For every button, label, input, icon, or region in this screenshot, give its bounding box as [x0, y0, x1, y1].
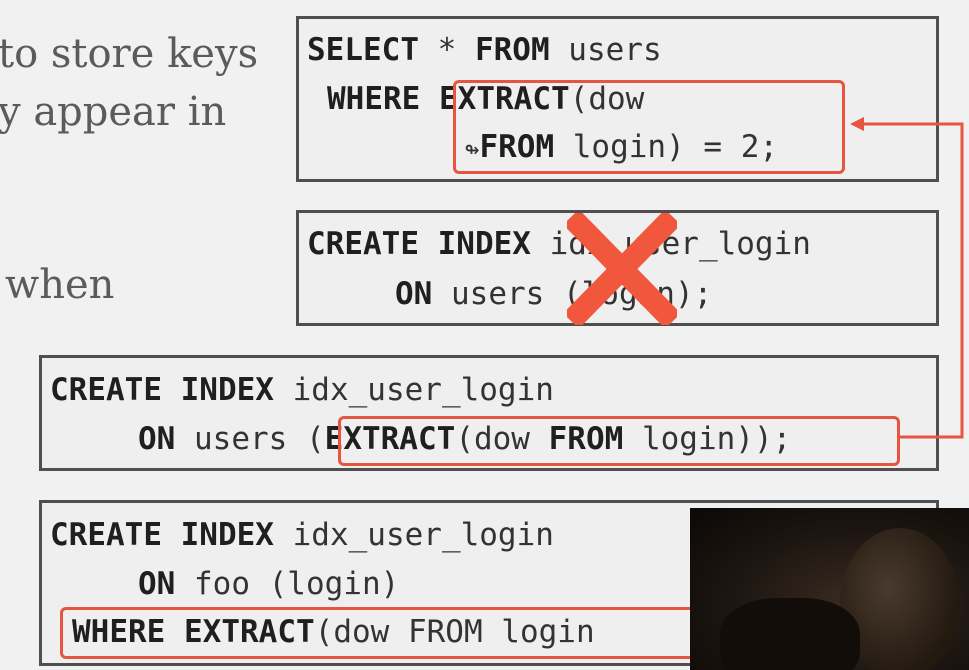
webcam-overlay	[690, 508, 969, 670]
foreground-silhouette	[720, 598, 860, 670]
